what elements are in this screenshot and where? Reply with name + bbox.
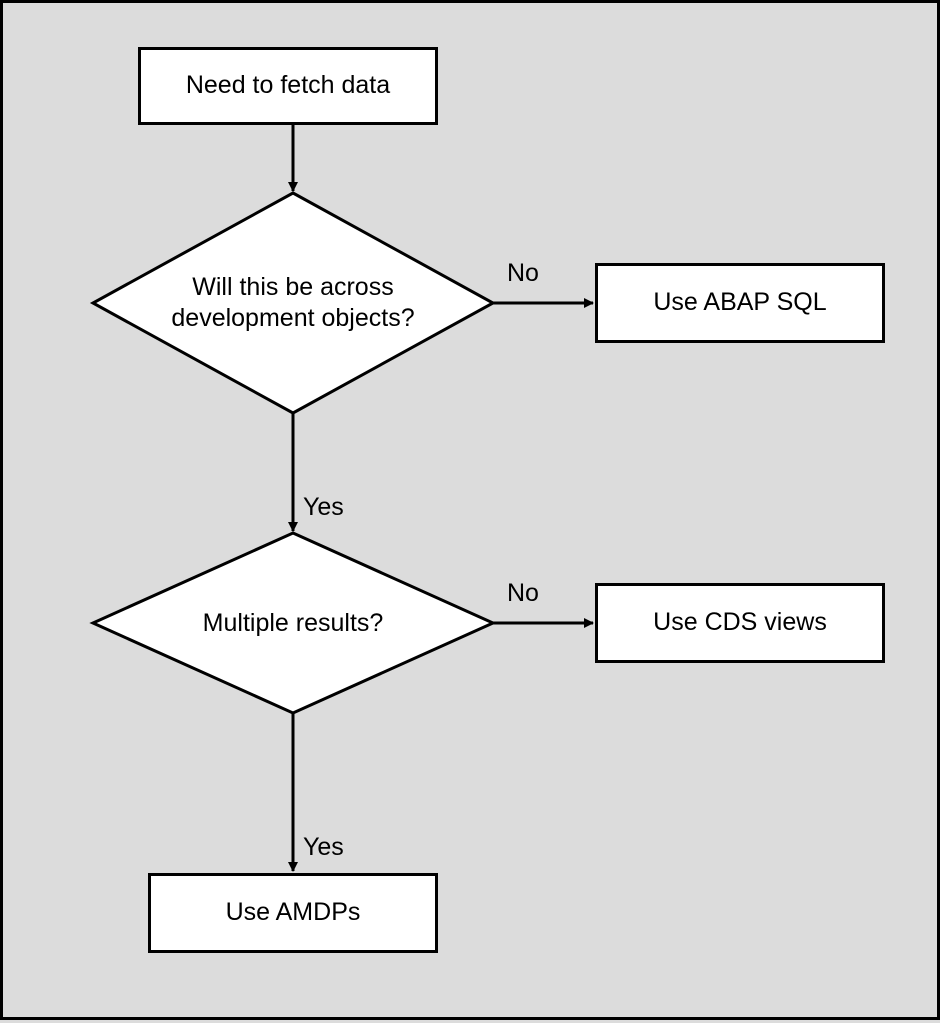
flowchart-canvas: Need to fetch data Will this be across d… xyxy=(0,0,940,1020)
edge-d1-no-label: No xyxy=(507,259,539,288)
edge-d2-yes-label: Yes xyxy=(303,833,344,862)
edge-d2-no-label: No xyxy=(507,579,539,608)
edge-d1-yes-label: Yes xyxy=(303,493,344,522)
arrows-svg xyxy=(3,3,940,1023)
